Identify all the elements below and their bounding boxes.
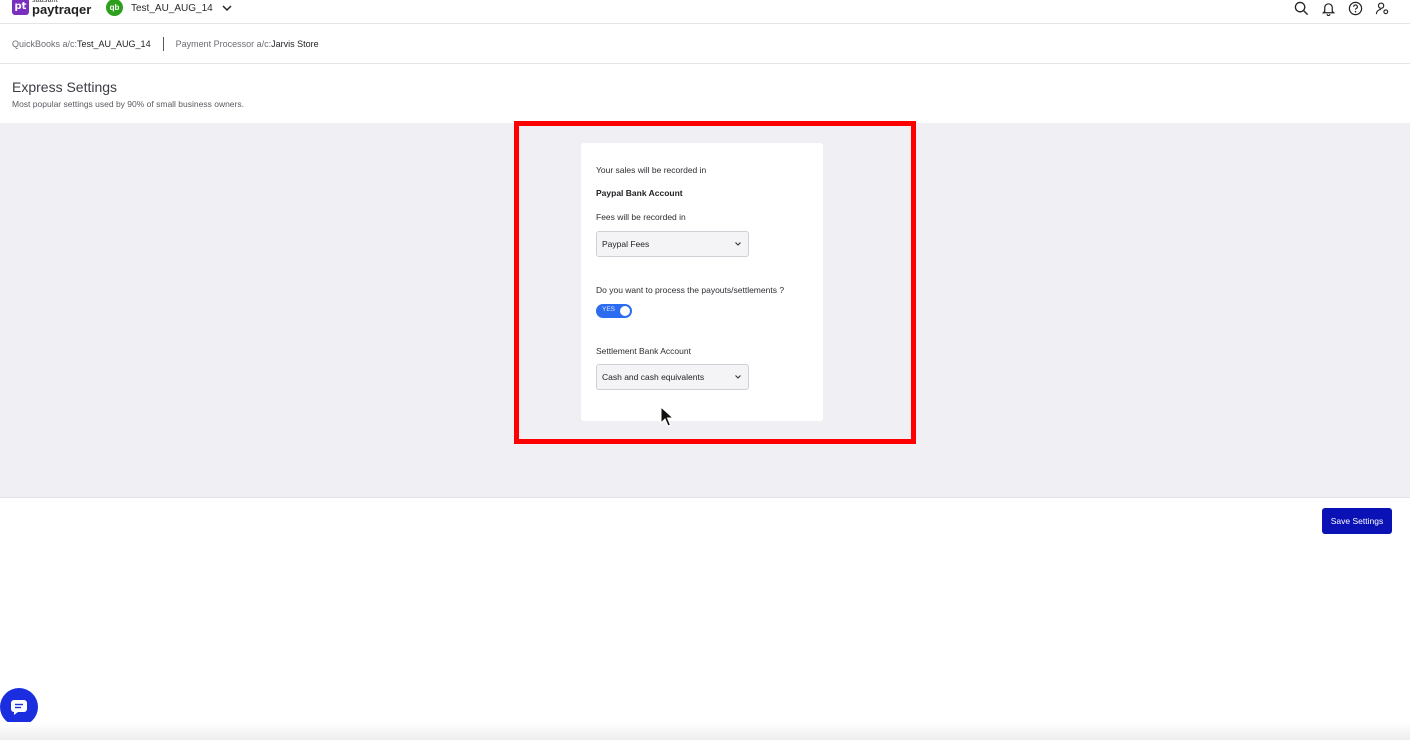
settlement-account-label: Settlement Bank Account [596, 346, 691, 356]
chat-icon [11, 700, 27, 715]
top-icon-group [1294, 0, 1390, 16]
account-divider [162, 36, 164, 51]
sales-account-value: Paypal Bank Account [596, 188, 683, 198]
company-switcher[interactable]: qb Test_AU_AUG_14 [106, 0, 233, 16]
page-title: Express Settings [12, 79, 118, 95]
chat-support-button[interactable] [0, 688, 38, 726]
logo-product-text: paytraqer [32, 2, 92, 17]
toggle-knob [620, 306, 630, 316]
payout-toggle[interactable]: YES [596, 304, 632, 318]
quickbooks-icon: qb [106, 0, 123, 16]
settlement-account-select-value: Cash and cash equivalents [602, 372, 705, 382]
processor-account-value: Jarvis Store [271, 38, 319, 49]
bottom-edge [0, 722, 1410, 740]
payout-toggle-label: YES [602, 306, 616, 313]
page-subtitle: Most popular settings used by 90% of sma… [12, 99, 244, 109]
processor-account-label: Payment Processor a/c: [175, 38, 272, 49]
help-icon[interactable] [1348, 1, 1363, 16]
bell-icon[interactable] [1321, 1, 1336, 16]
chevron-down-icon [222, 5, 232, 12]
account-context-bar: QuickBooks a/c: Test_AU_AUG_14 Payment P… [0, 24, 1410, 64]
mouse-cursor-icon [660, 406, 674, 427]
paytraqer-logo[interactable]: pt saasant paytraqer [12, 0, 91, 16]
sales-recorded-label: Your sales will be recorded in [596, 165, 707, 175]
user-settings-icon[interactable] [1375, 1, 1390, 16]
express-settings-card: Your sales will be recorded in Paypal Ba… [581, 143, 823, 421]
top-navigation-bar: pt saasant paytraqer qb Test_AU_AUG_14 [0, 0, 1410, 24]
quickbooks-account-value: Test_AU_AUG_14 [77, 38, 151, 49]
chevron-down-icon [735, 242, 741, 246]
company-name: Test_AU_AUG_14 [131, 2, 213, 14]
fees-account-select-value: Paypal Fees [602, 239, 650, 249]
logo-mark: pt [12, 0, 29, 15]
fees-recorded-label: Fees will be recorded in [596, 212, 686, 222]
settlement-account-select[interactable]: Cash and cash equivalents [596, 364, 749, 390]
fees-account-select[interactable]: Paypal Fees [596, 231, 749, 257]
payout-question: Do you want to process the payouts/settl… [596, 285, 785, 295]
save-settings-button[interactable]: Save Settings [1322, 508, 1392, 534]
chevron-down-icon [735, 375, 741, 379]
search-icon[interactable] [1294, 1, 1309, 16]
quickbooks-account-label: QuickBooks a/c: [12, 38, 78, 49]
page-header: Express Settings Most popular settings u… [12, 79, 244, 109]
